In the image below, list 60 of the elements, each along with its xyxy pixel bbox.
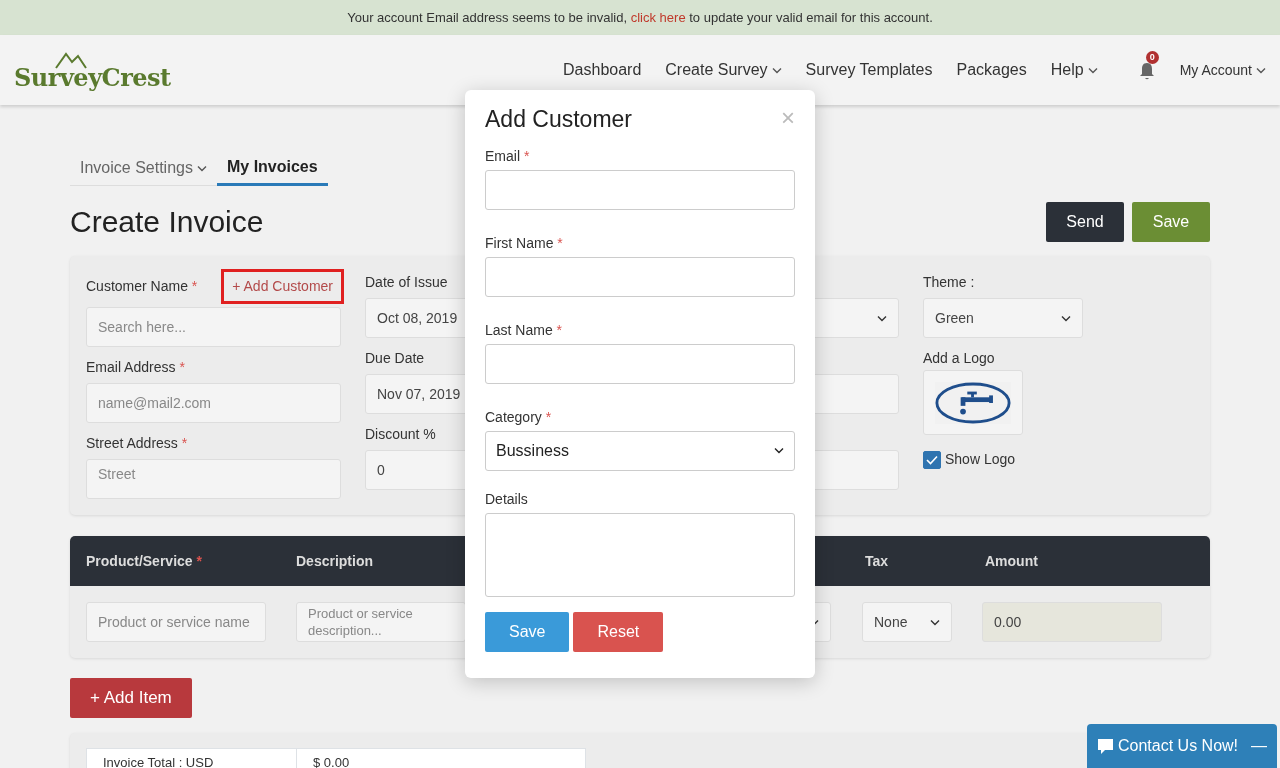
required-asterisk: * (181, 435, 188, 451)
product-field[interactable]: Product or service name (86, 602, 266, 642)
email-field[interactable]: name@mail2.com (86, 383, 341, 423)
alert-link[interactable]: click here (630, 9, 686, 25)
theme-select[interactable]: Green (923, 298, 1083, 338)
required-asterisk: * (523, 147, 530, 164)
reset-button[interactable]: Reset (573, 611, 664, 652)
save-button[interactable]: Save (1132, 202, 1210, 242)
field-label: Email (485, 147, 520, 164)
page-title: Create Invoice (70, 204, 264, 240)
required-asterisk: * (545, 408, 552, 425)
column-header: Description (296, 552, 373, 569)
field-label: Last Name (485, 321, 553, 338)
total-value: $ 0.00 (312, 754, 351, 768)
checkbox-label: Show Logo (945, 450, 1016, 469)
field-label: Discount % (365, 426, 436, 442)
alert-message: Your account Email address seems to be invalid, click here to update your valid email for this account. (347, 8, 933, 27)
required-asterisk: * (191, 278, 198, 294)
field-label: Date of Issue (365, 274, 448, 290)
send-button[interactable]: Send (1046, 202, 1124, 242)
save-button[interactable]: Save (485, 611, 570, 652)
column-header: Tax (865, 552, 889, 569)
field-label: Category (485, 408, 542, 425)
tab[interactable]: Invoice Settings (70, 151, 217, 186)
description-field[interactable]: Product or service description... (296, 602, 466, 642)
field-label: First Name (485, 234, 554, 251)
column-header: Amount (985, 552, 1038, 569)
nav-link[interactable]: Dashboard (563, 58, 642, 82)
amount-field[interactable]: 0.00 (982, 602, 1162, 642)
column-header: Product/Service (86, 552, 193, 569)
tax-select[interactable]: None (862, 602, 952, 642)
required-asterisk: * (556, 321, 563, 338)
street-field[interactable]: Street (86, 459, 341, 499)
contact-label: Contact Us Now! (1118, 736, 1239, 756)
search-field[interactable]: Search here... (86, 307, 341, 347)
notification-count: 0 (1145, 51, 1159, 65)
field-label: Add a Logo (923, 350, 995, 366)
contact-widget[interactable]: Contact Us Now! — (1087, 724, 1277, 768)
required-asterisk: * (196, 552, 202, 569)
field-label: Customer Name (86, 278, 188, 294)
field-label: Street Address (86, 435, 178, 451)
category-select[interactable]: Bussiness (485, 430, 795, 471)
field-label: Email Address (86, 359, 176, 375)
nav-link[interactable]: Create Survey (665, 58, 782, 82)
account-menu[interactable]: My Account (1179, 59, 1266, 81)
total-label: Invoice Total : USD (87, 749, 297, 768)
nav-link[interactable]: Survey Templates (805, 58, 933, 82)
brand-logo[interactable]: SurveyCrest (14, 50, 171, 90)
tab[interactable]: My Invoices (216, 151, 328, 186)
field-label: Theme : (923, 274, 975, 290)
field-label: Due Date (365, 350, 425, 366)
add-customer-link[interactable]: + Add Customer (224, 272, 341, 301)
modal-title: Add Customer (485, 106, 632, 134)
nav-link[interactable]: Packages (956, 58, 1027, 82)
minimize-button[interactable]: — (1251, 734, 1267, 758)
nav-link[interactable]: Help (1050, 58, 1098, 82)
add-item-button[interactable]: + Add Item (70, 678, 192, 718)
field-label: Details (485, 490, 528, 507)
required-asterisk: * (179, 359, 185, 375)
required-asterisk: * (557, 234, 563, 251)
